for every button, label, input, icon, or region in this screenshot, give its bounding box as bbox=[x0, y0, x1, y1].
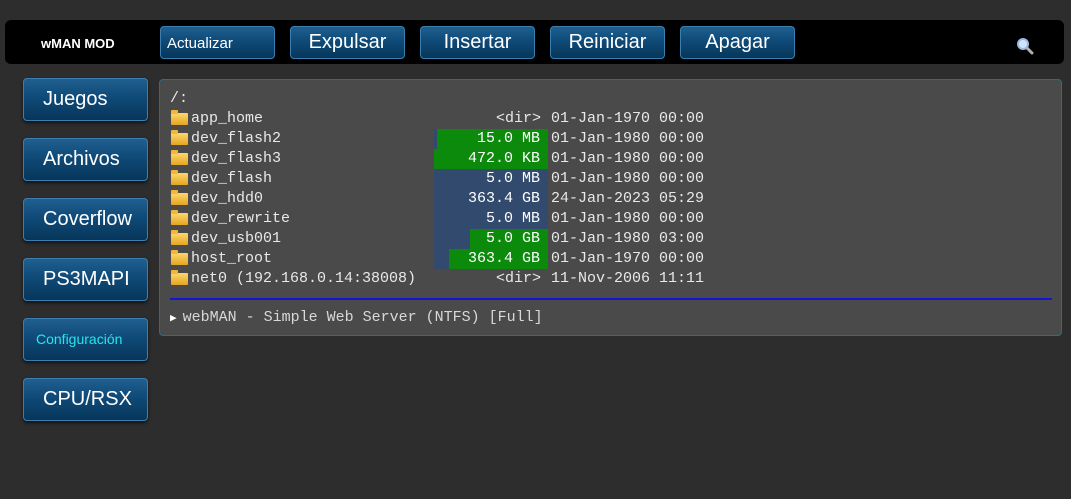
shutdown-button[interactable]: Apagar bbox=[680, 26, 795, 59]
folder-icon bbox=[171, 130, 188, 145]
expand-triangle-icon: ▶ bbox=[170, 313, 177, 325]
file-row[interactable]: dev_flash3 472.0 KB 01-Jan-1980 00:00 bbox=[170, 149, 1050, 169]
file-date: 01-Jan-1980 00:00 bbox=[551, 210, 705, 227]
size-value: 5.0 GB bbox=[485, 230, 540, 247]
file-row[interactable]: dev_rewrite 5.0 MB 01-Jan-1980 00:00 bbox=[170, 209, 1050, 229]
file-row[interactable]: dev_flash 5.0 MB 01-Jan-1980 00:00 bbox=[170, 169, 1050, 189]
file-date: 01-Jan-1980 00:00 bbox=[551, 130, 705, 147]
file-name[interactable]: dev_usb001 bbox=[191, 230, 281, 247]
file-name[interactable]: net0 (192.168.0.14:38008) bbox=[191, 270, 416, 287]
file-name[interactable]: app_home bbox=[191, 110, 263, 127]
size-value: 15.0 MB bbox=[476, 130, 540, 147]
file-date: 01-Jan-1970 00:00 bbox=[551, 250, 705, 267]
search-icon[interactable] bbox=[1016, 37, 1034, 55]
refresh-button[interactable]: Actualizar bbox=[160, 26, 275, 59]
file-date: 24-Jan-2023 05:29 bbox=[551, 190, 705, 207]
size-bar: 5.0 MB bbox=[434, 209, 548, 229]
file-browser-panel: /: app_home <dir> 01-Jan-1970 00:00 dev_fla… bbox=[159, 79, 1062, 336]
folder-icon bbox=[171, 110, 188, 125]
file-name[interactable]: dev_flash bbox=[191, 170, 272, 187]
folder-icon bbox=[171, 190, 188, 205]
file-name[interactable]: host_root bbox=[191, 250, 272, 267]
sidebar-item-ps3mapi[interactable]: PS3MAPI bbox=[23, 258, 148, 301]
eject-button[interactable]: Expulsar bbox=[290, 26, 405, 59]
file-date: 01-Jan-1980 03:00 bbox=[551, 230, 705, 247]
folder-icon bbox=[171, 270, 188, 285]
size-bar: 15.0 MB bbox=[434, 129, 548, 149]
file-name[interactable]: dev_flash3 bbox=[191, 150, 281, 167]
dir-marker: <dir> bbox=[495, 270, 541, 287]
file-row[interactable]: dev_flash2 15.0 MB 01-Jan-1980 00:00 bbox=[170, 129, 1050, 149]
file-row[interactable]: dev_hdd0 363.4 GB 24-Jan-2023 05:29 bbox=[170, 189, 1050, 209]
file-date: 01-Jan-1980 00:00 bbox=[551, 170, 705, 187]
size-bar: 5.0 MB bbox=[434, 169, 548, 189]
folder-icon bbox=[171, 150, 188, 165]
file-date: 01-Jan-1980 00:00 bbox=[551, 150, 705, 167]
size-value: 5.0 MB bbox=[485, 210, 540, 227]
file-date: 01-Jan-1970 00:00 bbox=[551, 110, 705, 127]
size-bar: 5.0 GB bbox=[434, 229, 548, 249]
size-value: 363.4 GB bbox=[467, 190, 540, 207]
size-bar: 363.4 GB bbox=[434, 189, 548, 209]
file-name[interactable]: dev_rewrite bbox=[191, 210, 290, 227]
file-row[interactable]: app_home <dir> 01-Jan-1970 00:00 bbox=[170, 109, 1050, 129]
insert-button[interactable]: Insertar bbox=[420, 26, 535, 59]
size-value: 363.4 GB bbox=[467, 250, 540, 267]
sidebar-item-cpu-rsx[interactable]: CPU/RSX bbox=[23, 378, 148, 421]
sidebar-item-coverflow[interactable]: Coverflow bbox=[23, 198, 148, 241]
server-info: webMAN - Simple Web Server (NTFS) [Full] bbox=[182, 309, 543, 326]
footer-link[interactable]: ▶ webMAN - Simple Web Server (NTFS) [Full… bbox=[170, 309, 543, 326]
brand-logo: wMAN MOD bbox=[41, 36, 115, 51]
file-row[interactable]: dev_usb001 5.0 GB 01-Jan-1980 03:00 bbox=[170, 229, 1050, 249]
file-name[interactable]: dev_hdd0 bbox=[191, 190, 263, 207]
size-value: 5.0 MB bbox=[485, 170, 540, 187]
size-bar: 472.0 KB bbox=[434, 149, 548, 169]
folder-icon bbox=[171, 170, 188, 185]
top-bar: wMAN MOD Actualizar Expulsar Insertar Re… bbox=[5, 20, 1064, 64]
divider bbox=[170, 298, 1052, 300]
file-name[interactable]: dev_flash2 bbox=[191, 130, 281, 147]
dir-marker: <dir> bbox=[495, 110, 541, 127]
folder-icon bbox=[171, 230, 188, 245]
file-row[interactable]: host_root 363.4 GB 01-Jan-1970 00:00 bbox=[170, 249, 1050, 269]
sidebar-item-games[interactable]: Juegos bbox=[23, 78, 148, 121]
size-value: 472.0 KB bbox=[467, 150, 540, 167]
restart-button[interactable]: Reiniciar bbox=[550, 26, 665, 59]
folder-icon bbox=[171, 250, 188, 265]
folder-icon bbox=[171, 210, 188, 225]
file-date: 11-Nov-2006 11:11 bbox=[551, 270, 705, 287]
sidebar-item-files[interactable]: Archivos bbox=[23, 138, 148, 181]
file-row[interactable]: net0 (192.168.0.14:38008) <dir> 11-Nov-200… bbox=[170, 269, 1050, 289]
current-path: /: bbox=[170, 90, 189, 107]
size-bar: 363.4 GB bbox=[434, 249, 548, 269]
sidebar-item-settings[interactable]: Configuración bbox=[23, 318, 148, 361]
